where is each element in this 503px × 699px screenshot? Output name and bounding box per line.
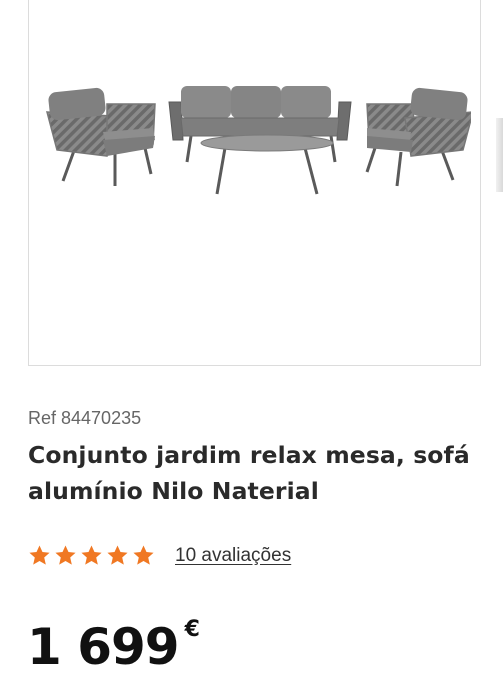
star-icon xyxy=(55,545,76,565)
product-price: 1 699 € xyxy=(27,615,200,679)
product-title: Conjunto jardim relax mesa, sofá alumíni… xyxy=(28,441,470,505)
star-icon xyxy=(107,545,128,565)
star-icon xyxy=(81,545,102,565)
price-currency: € xyxy=(184,617,200,642)
product-rating[interactable]: 10 avaliações xyxy=(28,544,291,567)
product-image-frame[interactable] xyxy=(28,0,481,366)
star-icon xyxy=(29,545,50,565)
rating-stars xyxy=(28,544,155,567)
reviews-link[interactable]: 10 avaliações xyxy=(175,545,291,567)
price-amount: 1 699 xyxy=(27,618,180,676)
left-armchair xyxy=(46,87,156,186)
product-reference: Ref 84470235 xyxy=(28,408,142,428)
right-armchair xyxy=(365,87,471,187)
star-icon xyxy=(133,545,154,565)
product-image xyxy=(46,86,471,195)
coffee-table xyxy=(200,134,334,195)
next-image-peek[interactable] xyxy=(496,118,503,192)
